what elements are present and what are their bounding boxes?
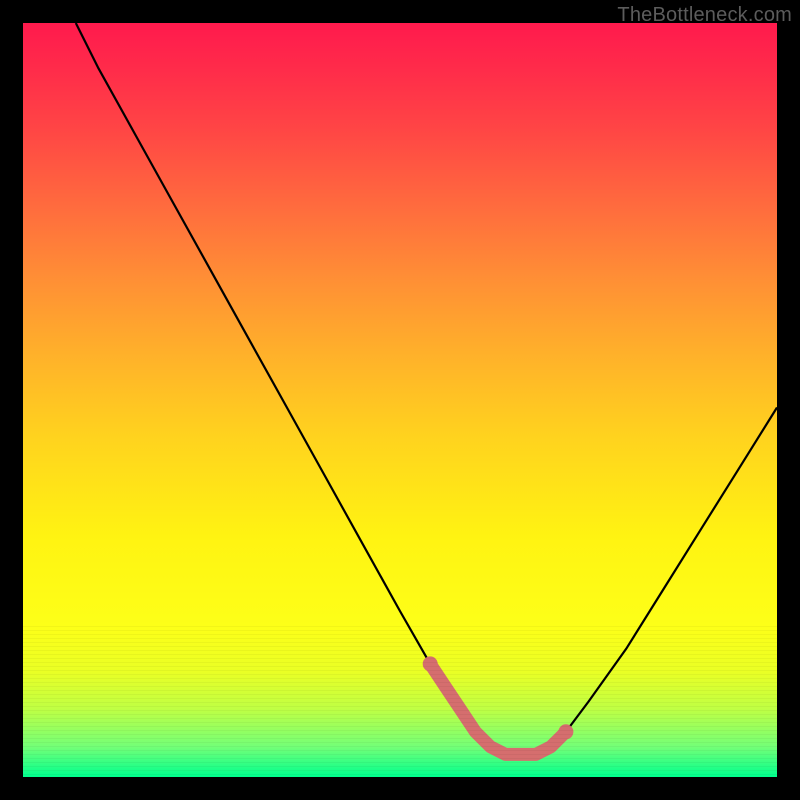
gradient-band: [23, 758, 777, 759]
gradient-band: [23, 706, 777, 707]
gradient-band: [23, 710, 777, 711]
gradient-band: [23, 686, 777, 687]
bottleneck-curve: [76, 23, 777, 754]
curve-layer: [23, 23, 777, 777]
gradient-band: [23, 630, 777, 631]
gradient-band: [23, 774, 777, 775]
gradient-band: [23, 650, 777, 651]
gradient-band: [23, 690, 777, 691]
gradient-band: [23, 626, 777, 627]
gradient-band: [23, 750, 777, 751]
gradient-band: [23, 682, 777, 683]
gradient-band: [23, 714, 777, 715]
gradient-band: [23, 718, 777, 719]
gradient-band: [23, 770, 777, 771]
gradient-band: [23, 730, 777, 731]
gradient-band: [23, 638, 777, 639]
gradient-band: [23, 674, 777, 675]
gradient-band: [23, 742, 777, 743]
gradient-band: [23, 754, 777, 755]
gradient-band: [23, 702, 777, 703]
gradient-band: [23, 722, 777, 723]
gradient-band: [23, 762, 777, 763]
gradient-band: [23, 666, 777, 667]
chart-stage: TheBottleneck.com: [0, 0, 800, 800]
gradient-band: [23, 726, 777, 727]
gradient-band: [23, 738, 777, 739]
gradient-band: [23, 662, 777, 663]
gradient-band: [23, 642, 777, 643]
gradient-band: [23, 634, 777, 635]
gradient-band: [23, 766, 777, 767]
gradient-band: [23, 694, 777, 695]
gradient-band: [23, 658, 777, 659]
gradient-band: [23, 678, 777, 679]
gradient-band: [23, 698, 777, 699]
plot-area: [23, 23, 777, 777]
gradient-band: [23, 646, 777, 647]
gradient-band: [23, 746, 777, 747]
gradient-band: [23, 734, 777, 735]
gradient-band: [23, 654, 777, 655]
watermark-text: TheBottleneck.com: [617, 4, 792, 27]
gradient-band: [23, 670, 777, 671]
